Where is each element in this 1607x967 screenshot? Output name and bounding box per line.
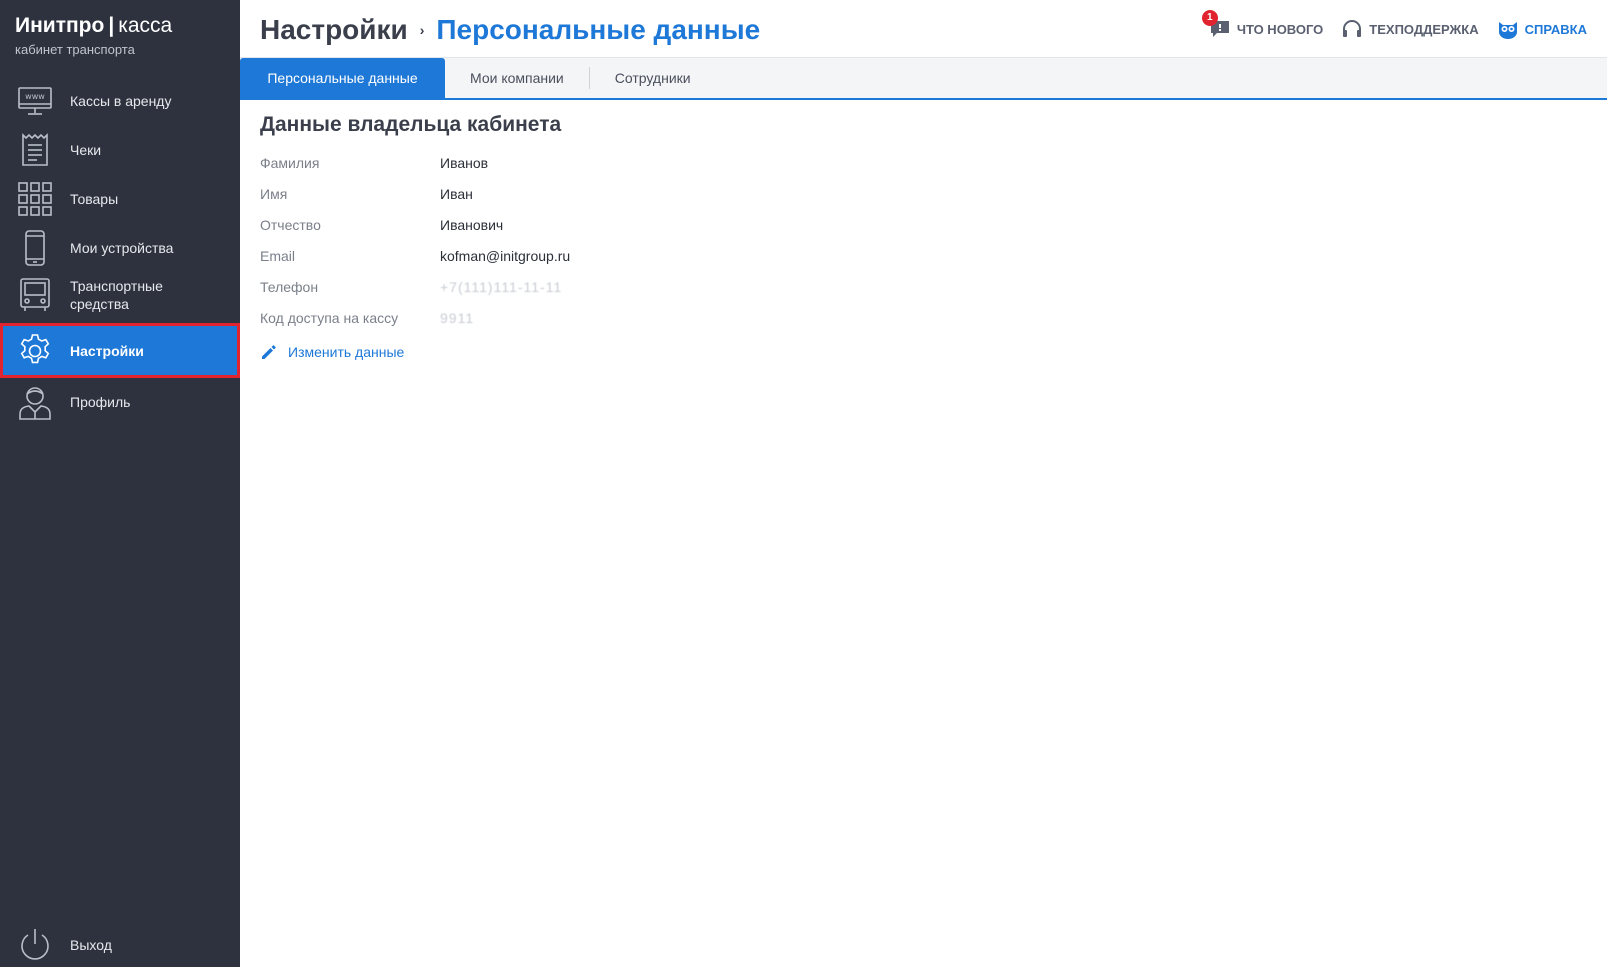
owl-icon [1498, 22, 1517, 39]
help-link[interactable]: СПРАВКА [1497, 18, 1587, 40]
brand-product: касса [118, 14, 173, 37]
phone-icon [17, 230, 53, 266]
bus-icon [17, 277, 53, 313]
sidebar-item-label: Мои устройства [70, 240, 174, 256]
logout-button[interactable]: Выход [0, 923, 240, 967]
field-label: Код доступа на кассу [260, 309, 399, 326]
brand-logo[interactable]: Инитпро | касса кабинет транспорта [15, 14, 172, 57]
sidebar-item-label: Транспортные средства [70, 278, 163, 312]
tab-bar: Персональные данные Мои компании Сотрудн… [240, 58, 1607, 100]
sidebar-item-label: Настройки [70, 342, 144, 359]
field-label: Отчество [260, 216, 321, 233]
sidebar-item-label: Кассы в аренду [70, 93, 172, 109]
field-value: kofman@initgroup.ru [440, 247, 571, 264]
field-label: Фамилия [260, 154, 320, 171]
www-terminal-icon: www [17, 83, 53, 119]
field-row-phone: Телефон +7(111)111-11-11 [260, 271, 570, 302]
logout-label: Выход [70, 937, 112, 953]
user-icon [17, 384, 53, 420]
main-content: Данные владельца кабинета Фамилия Иванов… [260, 113, 570, 361]
edit-data-link[interactable]: Изменить данные [260, 343, 570, 361]
field-row-access-code: Код доступа на кассу 9911 [260, 302, 570, 333]
gear-icon [17, 333, 53, 369]
sidebar-item-label: Профиль [70, 394, 131, 410]
field-value: Иванов [440, 154, 489, 171]
field-row-patronymic: Отчество Иванович [260, 209, 570, 240]
brand-separator: | [108, 14, 115, 37]
breadcrumb-arrow-icon: › [419, 22, 425, 38]
field-row-first-name: Имя Иван [260, 178, 570, 209]
support-link[interactable]: ТЕХПОДДЕРЖКА [1341, 18, 1479, 40]
page-header: Настройки › Персональные данные 1 ЧТО НО… [240, 0, 1607, 58]
owner-data-list: Фамилия Иванов Имя Иван Отчество Иванови… [260, 147, 570, 333]
sidebar-item-receipts[interactable]: Чеки [0, 127, 240, 173]
power-icon [17, 927, 53, 963]
field-label: Имя [260, 185, 288, 202]
field-value: Иван [440, 185, 473, 202]
svg-text:www: www [25, 92, 45, 101]
receipt-icon [17, 132, 53, 168]
field-row-last-name: Фамилия Иванов [260, 147, 570, 178]
whats-new-label: ЧТО НОВОГО [1236, 21, 1324, 37]
tab-personal-data[interactable]: Персональные данные [240, 58, 445, 98]
whats-new-link[interactable]: 1 ЧТО НОВОГО [1201, 10, 1324, 40]
tab-my-companies[interactable]: Мои компании [445, 58, 589, 98]
sidebar: Инитпро | касса кабинет транспорта www Кас… [0, 0, 240, 967]
breadcrumb-root[interactable]: Настройки [260, 14, 408, 46]
sidebar-item-label: Чеки [70, 142, 102, 158]
header-links: 1 ЧТО НОВОГО ТЕХПОДДЕРЖКА СПРАВКА [1201, 10, 1587, 40]
sidebar-item-settings[interactable]: Настройки [0, 323, 240, 378]
edit-data-label: Изменить данные [288, 344, 405, 360]
breadcrumb: Настройки › Персональные данные [260, 14, 760, 46]
field-label: Телефон [260, 278, 319, 295]
page-title: Персональные данные [436, 14, 761, 45]
brand-name: Инитпро [15, 14, 105, 37]
sidebar-item-devices[interactable]: Мои устройства [0, 225, 240, 271]
field-value: Иванович [440, 216, 504, 233]
field-value-masked: +7(111)111-11-11 [440, 278, 563, 295]
support-label: ТЕХПОДДЕРЖКА [1369, 21, 1479, 37]
brand-subtitle: кабинет транспорта [15, 42, 135, 57]
sidebar-item-label: Товары [70, 191, 119, 207]
field-value-masked: 9911 [440, 309, 475, 326]
sidebar-item-profile[interactable]: Профиль [0, 379, 240, 425]
sidebar-item-goods[interactable]: Товары [0, 176, 240, 222]
grid-icon [17, 181, 53, 217]
pencil-icon [262, 345, 276, 359]
field-label: Email [260, 247, 296, 264]
headset-icon [1343, 20, 1362, 37]
notification-badge: 1 [1201, 10, 1218, 26]
tab-employees[interactable]: Сотрудники [590, 58, 716, 98]
sidebar-item-vehicles[interactable]: Транспортные средства [0, 272, 240, 318]
sidebar-item-rental-registers[interactable]: www Кассы в аренду [0, 78, 240, 124]
section-title: Данные владельца кабинета [260, 113, 562, 136]
help-label: СПРАВКА [1524, 21, 1587, 37]
field-row-email: Email kofman@initgroup.ru [260, 240, 570, 271]
